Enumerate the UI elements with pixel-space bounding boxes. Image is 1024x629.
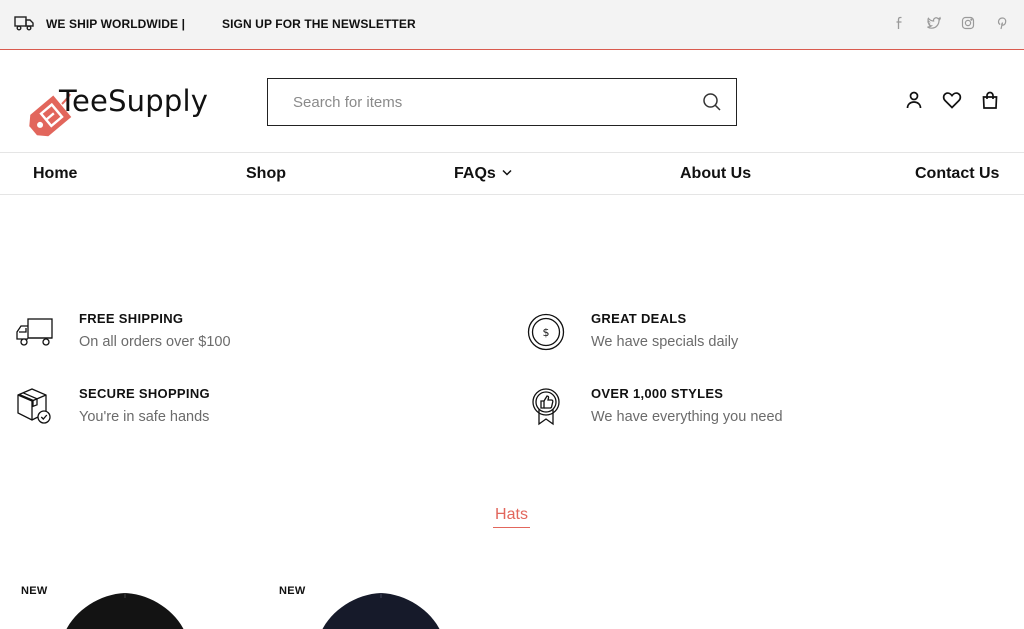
- new-badge: NEW: [279, 585, 306, 597]
- svg-text:$: $: [543, 326, 550, 339]
- new-badge: NEW: [21, 585, 48, 597]
- feature-title: GREAT DEALS: [591, 311, 687, 326]
- delivery-truck-icon: [16, 318, 53, 346]
- product-image-hat[interactable]: [316, 592, 446, 629]
- search-bar: [267, 78, 737, 126]
- twitter-icon[interactable]: [925, 14, 943, 32]
- feature-subtitle: You're in safe hands: [79, 409, 210, 425]
- feature-great-deals: $ GREAT DEALS We have specials daily: [527, 311, 947, 361]
- feature-title: SECURE SHOPPING: [79, 386, 210, 401]
- feature-subtitle: We have everything you need: [591, 409, 783, 425]
- feature-title: FREE SHIPPING: [79, 311, 184, 326]
- nav-item-faqs[interactable]: FAQs: [454, 165, 512, 183]
- logo-text: TeeSupply: [59, 84, 209, 118]
- chevron-down-icon: [502, 169, 512, 176]
- ship-worldwide-text: WE SHIP WORLDWIDE |: [46, 17, 186, 31]
- truck-icon: [14, 16, 34, 31]
- nav-item-shop[interactable]: Shop: [246, 165, 286, 183]
- facebook-icon[interactable]: [891, 14, 909, 32]
- instagram-icon[interactable]: [959, 14, 977, 32]
- nav-item-contact-us[interactable]: Contact Us: [915, 165, 999, 183]
- product-image-hat[interactable]: [60, 592, 190, 629]
- feature-secure-shopping: SECURE SHOPPING You're in safe hands: [15, 386, 435, 436]
- search-icon[interactable]: [702, 92, 722, 112]
- feature-over-1000-styles: OVER 1,000 STYLES We have everything you…: [527, 386, 947, 436]
- nav-item-faqs-label: FAQs: [454, 165, 496, 182]
- secure-box-icon: [17, 388, 51, 424]
- feature-title: OVER 1,000 STYLES: [591, 386, 724, 401]
- announcement-bar: WE SHIP WORLDWIDE | SIGN UP FOR THE NEWS…: [0, 0, 1024, 50]
- newsletter-link[interactable]: SIGN UP FOR THE NEWSLETTER: [222, 17, 416, 31]
- dollar-coin-icon: $: [527, 313, 565, 351]
- feature-free-shipping: FREE SHIPPING On all orders over $100: [15, 311, 435, 361]
- heart-icon[interactable]: [942, 90, 962, 110]
- nav-item-about-us[interactable]: About Us: [680, 165, 751, 183]
- site-logo[interactable]: TeeSupply: [24, 82, 214, 144]
- section-title-hats[interactable]: Hats: [493, 506, 530, 528]
- feature-subtitle: We have specials daily: [591, 334, 739, 350]
- bag-icon[interactable]: [980, 90, 1000, 110]
- pinterest-icon[interactable]: [993, 14, 1011, 32]
- nav-item-home[interactable]: Home: [33, 165, 77, 183]
- feature-subtitle: On all orders over $100: [79, 334, 231, 350]
- main-nav: Home Shop FAQs About Us Contact Us: [0, 152, 1024, 195]
- user-icon[interactable]: [904, 90, 924, 110]
- search-input[interactable]: [268, 79, 688, 125]
- thumbs-up-award-icon: [532, 388, 560, 426]
